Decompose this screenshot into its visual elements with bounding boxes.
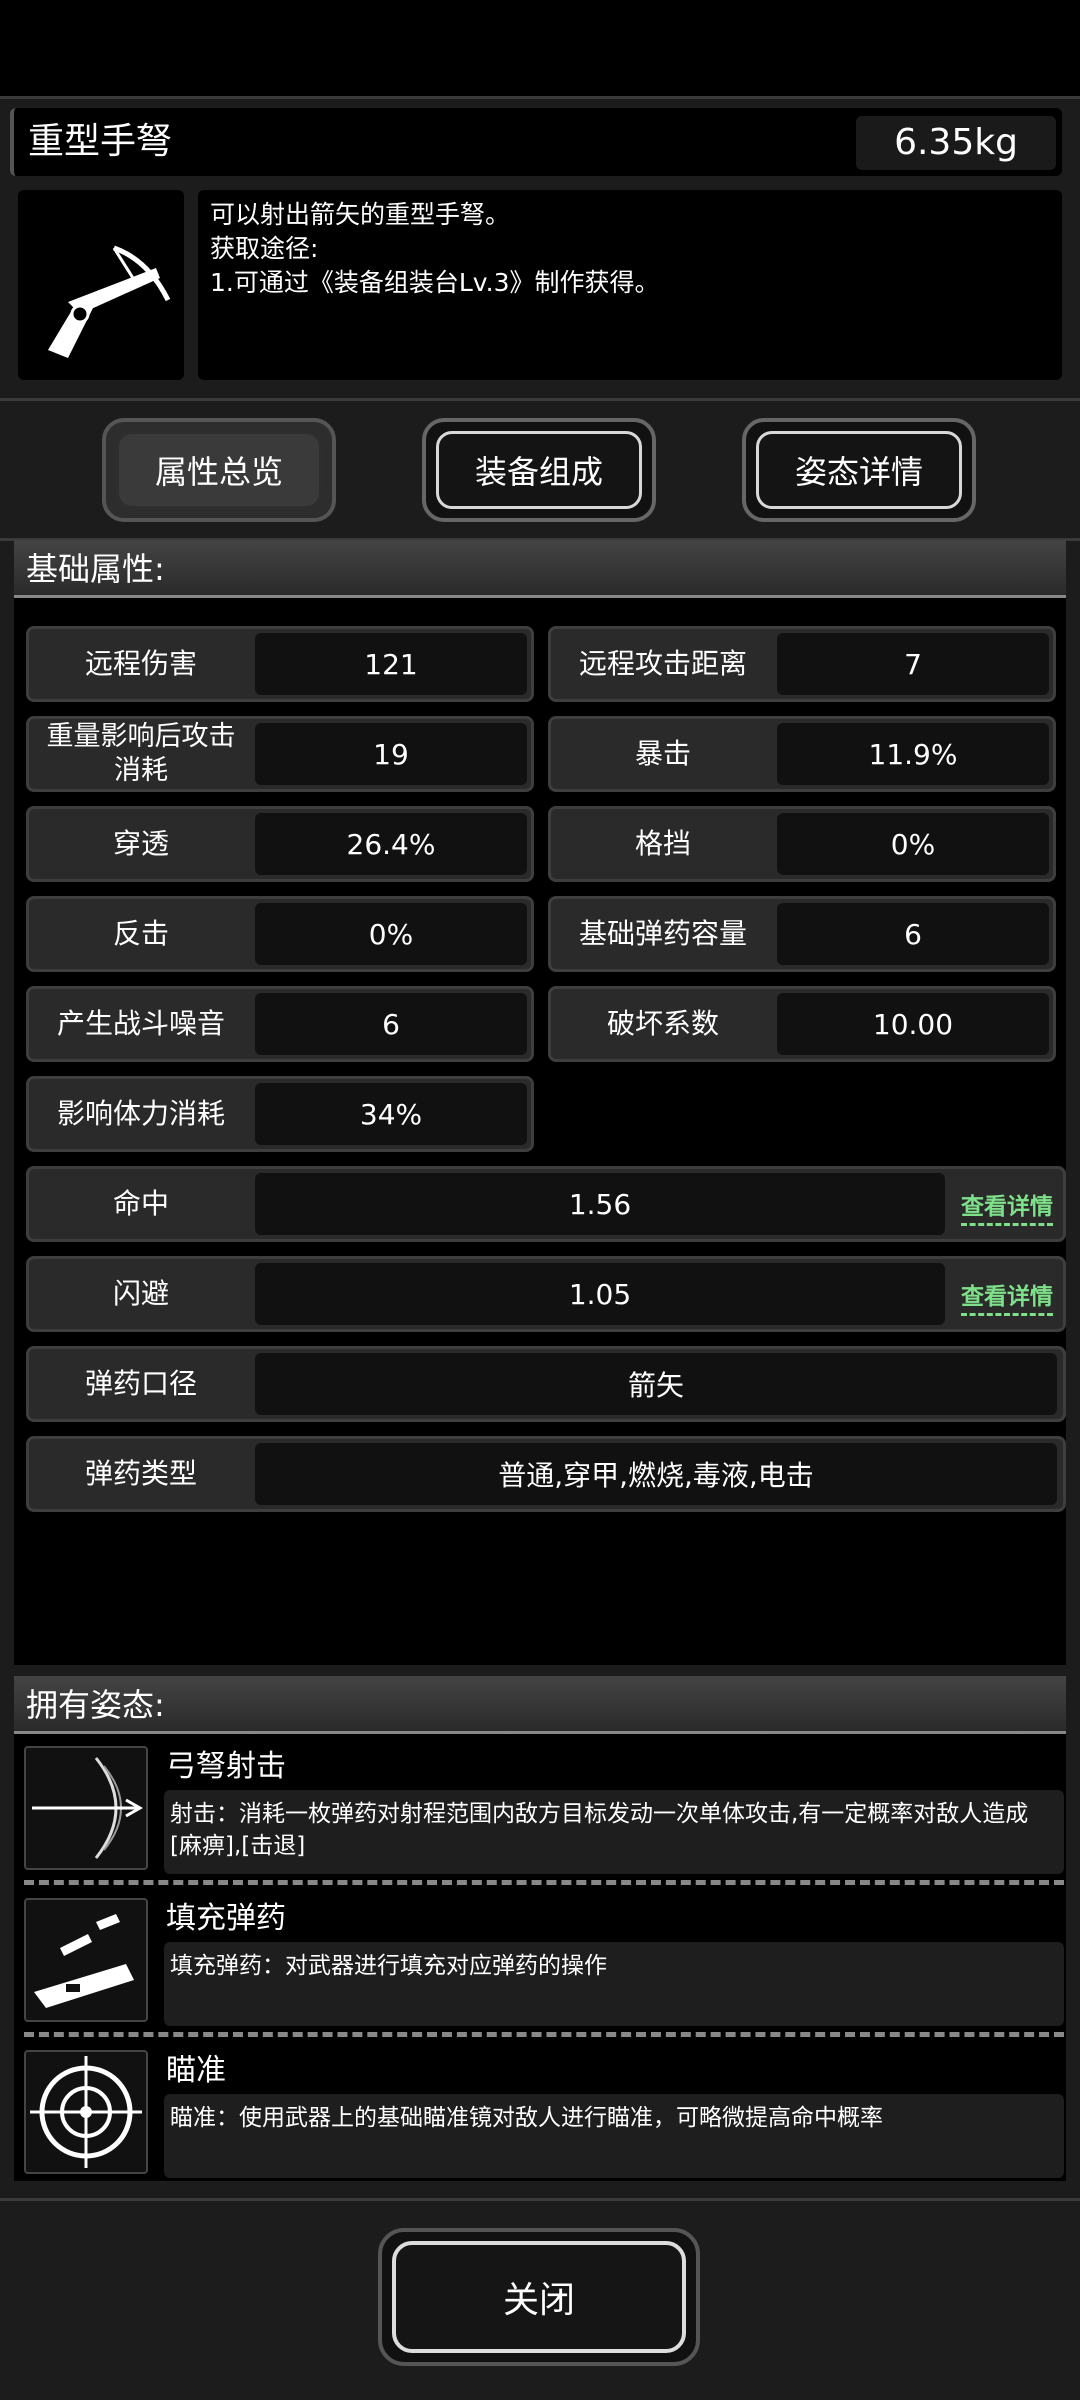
close-button[interactable]: 关闭 xyxy=(378,2228,700,2366)
section-title: 拥有姿态: xyxy=(14,1676,1066,1734)
stat-destruction-factor: 破坏系数 10.00 xyxy=(548,986,1056,1062)
item-header: 重型手弩 6.35kg xyxy=(10,108,1062,176)
stat-value: 19 xyxy=(255,723,527,785)
stance-aim[interactable]: 瞄准 瞄准：使用武器上的基础瞄准镜对敌人进行瞄准，可略微提高命中概率 xyxy=(24,2050,1064,2178)
stat-value: 26.4% xyxy=(255,813,527,875)
description-line: 获取途径: xyxy=(210,234,319,263)
stat-value: 6 xyxy=(777,903,1049,965)
dodge-details-link[interactable]: 查看详情 xyxy=(961,1277,1053,1316)
stance-description: 瞄准：使用武器上的基础瞄准镜对敌人进行瞄准，可略微提高命中概率 xyxy=(164,2094,1064,2178)
base-attributes-section: 基础属性: 远程伤害 121 远程攻击距离 7 重量影响后攻击消耗 19 暴击 … xyxy=(14,540,1066,1665)
close-button-label: 关闭 xyxy=(392,2241,686,2353)
stat-label: 远程攻击距离 xyxy=(578,647,747,680)
stat-label: 重量影响后攻击消耗 xyxy=(46,721,236,786)
stat-block: 格挡 0% xyxy=(548,806,1056,882)
stat-attack-cost: 重量影响后攻击消耗 19 xyxy=(26,716,534,792)
stat-label: 反击 xyxy=(112,917,169,950)
description-line: 1.可通过《装备组装台Lv.3》制作获得。 xyxy=(210,268,660,297)
stat-label: 弹药类型 xyxy=(84,1457,197,1490)
stance-description: 射击：消耗一枚弹药对射程范围内敌方目标发动一次单体攻击,有一定概率对敌人造成[麻… xyxy=(164,1790,1064,1874)
stat-value: 1.05 xyxy=(255,1263,945,1325)
stat-counter: 反击 0% xyxy=(26,896,534,972)
item-description: 可以射出箭矢的重型手弩。 获取途径: 1.可通过《装备组装台Lv.3》制作获得。 xyxy=(198,190,1062,380)
stat-label: 闪避 xyxy=(112,1277,169,1310)
reload-ammo-icon xyxy=(24,1898,148,2022)
crosshair-icon xyxy=(24,2050,148,2174)
stat-value: 普通,穿甲,燃烧,毒液,电击 xyxy=(255,1443,1057,1505)
stat-dodge: 闪避 1.05 查看详情 xyxy=(26,1256,1066,1332)
item-weight: 6.35kg xyxy=(856,116,1056,170)
tab-label: 属性总览 xyxy=(116,431,322,509)
stat-ranged-range: 远程攻击距离 7 xyxy=(548,626,1056,702)
crossbow-icon xyxy=(18,190,184,380)
stat-ammo-caliber: 弹药口径 箭矢 xyxy=(26,1346,1066,1422)
stance-reload-ammo[interactable]: 填充弹药 填充弹药：对武器进行填充对应弹药的操作 xyxy=(24,1898,1064,2028)
stat-value: 34% xyxy=(255,1083,527,1145)
stat-accuracy: 命中 1.56 查看详情 xyxy=(26,1166,1066,1242)
stat-value: 121 xyxy=(255,633,527,695)
tab-attribute-overview[interactable]: 属性总览 xyxy=(102,418,336,522)
stat-value: 10.00 xyxy=(777,993,1049,1055)
stat-label: 影响体力消耗 xyxy=(56,1097,225,1130)
stance-name: 瞄准 xyxy=(166,2053,226,2088)
stat-critical: 暴击 11.9% xyxy=(548,716,1056,792)
stat-label: 远程伤害 xyxy=(84,647,197,680)
stat-label: 产生战斗噪音 xyxy=(56,1007,225,1040)
description-line: 可以射出箭矢的重型手弩。 xyxy=(210,200,511,229)
divider xyxy=(0,2198,1080,2201)
stat-stamina-cost: 影响体力消耗 34% xyxy=(26,1076,534,1152)
tab-label: 装备组成 xyxy=(436,431,642,509)
stat-value: 0% xyxy=(255,903,527,965)
stat-value: 箭矢 xyxy=(255,1353,1057,1415)
stance-name: 填充弹药 xyxy=(166,1901,286,1936)
section-title: 基础属性: xyxy=(14,540,1066,598)
item-title: 重型手弩 xyxy=(28,121,173,162)
stance-name: 弓弩射击 xyxy=(166,1749,286,1784)
stat-label: 穿透 xyxy=(112,827,169,860)
stat-ammo-types: 弹药类型 普通,穿甲,燃烧,毒液,电击 xyxy=(26,1436,1066,1512)
tab-stance-details[interactable]: 姿态详情 xyxy=(742,418,976,522)
stance-description: 填充弹药：对武器进行填充对应弹药的操作 xyxy=(164,1942,1064,2026)
stat-penetration: 穿透 26.4% xyxy=(26,806,534,882)
stat-value: 7 xyxy=(777,633,1049,695)
stat-value: 0% xyxy=(777,813,1049,875)
stat-value: 1.56 xyxy=(255,1173,945,1235)
stat-label: 格挡 xyxy=(634,827,691,860)
tab-label: 姿态详情 xyxy=(756,431,962,509)
divider xyxy=(24,1880,1064,1885)
crossbow-shot-icon xyxy=(24,1746,148,1870)
stat-label: 基础弹药容量 xyxy=(578,917,747,950)
accuracy-details-link[interactable]: 查看详情 xyxy=(961,1187,1053,1226)
stat-label: 破坏系数 xyxy=(606,1007,719,1040)
stances-section: 拥有姿态: 弓弩射击 射击：消耗一枚弹药对射程范围内敌方目标发动一次单体攻击,有… xyxy=(14,1676,1066,2181)
stat-label: 暴击 xyxy=(634,737,691,770)
stance-crossbow-shot[interactable]: 弓弩射击 射击：消耗一枚弹药对射程范围内敌方目标发动一次单体攻击,有一定概率对敌… xyxy=(24,1746,1064,1876)
stat-value: 11.9% xyxy=(777,723,1049,785)
divider xyxy=(0,398,1080,401)
divider xyxy=(24,2032,1064,2037)
stat-label: 弹药口径 xyxy=(84,1367,197,1400)
stat-ranged-damage: 远程伤害 121 xyxy=(26,626,534,702)
stat-label: 命中 xyxy=(112,1187,169,1220)
stat-combat-noise: 产生战斗噪音 6 xyxy=(26,986,534,1062)
stat-value: 6 xyxy=(255,993,527,1055)
stat-ammo-capacity: 基础弹药容量 6 xyxy=(548,896,1056,972)
tab-equipment-composition[interactable]: 装备组成 xyxy=(422,418,656,522)
